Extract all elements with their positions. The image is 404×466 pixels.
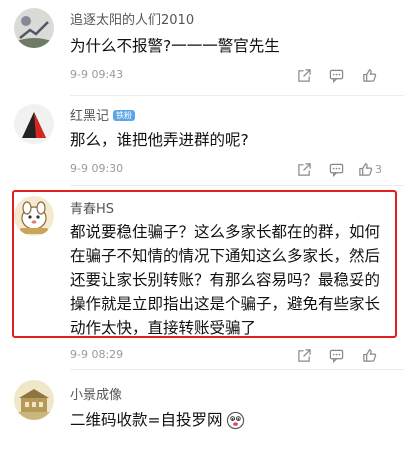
- comment-time: 9-9 09:43: [70, 68, 124, 81]
- share-button[interactable]: [288, 66, 320, 84]
- comment-text: 那么，谁把他弄进群的呢?: [70, 131, 249, 149]
- like-icon: [359, 162, 373, 176]
- comment-icon: [329, 69, 343, 83]
- comment-text: 为什么不报警?一一一警官先生: [70, 37, 280, 55]
- comment-item: 追逐太阳的人们2010 为什么不报警?一一一警官先生 9-9 09:43: [0, 0, 404, 96]
- reply-button[interactable]: [320, 160, 352, 178]
- comment-meta: 9-9 09:43: [70, 66, 394, 84]
- divider: [70, 185, 404, 186]
- share-icon: [297, 162, 311, 176]
- like-count: 3: [375, 162, 382, 176]
- avatar[interactable]: [14, 104, 54, 144]
- like-icon: [362, 68, 376, 82]
- comment-icon: [329, 349, 343, 363]
- share-icon: [297, 348, 311, 362]
- comment-username[interactable]: 红黑记 铁粉: [70, 105, 136, 124]
- share-icon: [297, 68, 311, 82]
- like-icon: [362, 348, 376, 362]
- fan-badge: 铁粉: [113, 110, 136, 121]
- comment-text: 二维码收款=自投罗网: [70, 408, 394, 432]
- reply-button[interactable]: [320, 346, 352, 364]
- like-button[interactable]: [352, 66, 388, 84]
- share-button[interactable]: [288, 346, 320, 364]
- reply-button[interactable]: [320, 66, 352, 84]
- avatar[interactable]: [14, 8, 54, 48]
- avatar[interactable]: [14, 380, 54, 420]
- comment-time: 9-9 09:30: [70, 162, 124, 175]
- emoji-icon: [226, 411, 244, 429]
- share-button[interactable]: [288, 160, 320, 178]
- comment-item: 小景成像 二维码收款=自投罗网: [0, 370, 404, 466]
- comment-item: 青春HS 都说要稳住骗子？这么多家长都在的群，如何 在骗子不知情的情况下通知这么…: [0, 190, 404, 370]
- comment-item: 红黑记 铁粉 那么，谁把他弄进群的呢? 9-9 09:30 3: [0, 96, 404, 186]
- like-button[interactable]: 3: [352, 160, 388, 178]
- comment-time: 9-9 08:29: [70, 348, 124, 361]
- comment-username[interactable]: 小景成像: [70, 384, 122, 403]
- comment-meta: 9-9 08:29: [70, 346, 394, 364]
- comment-icon: [329, 163, 343, 177]
- comment-username[interactable]: 追逐太阳的人们2010: [70, 9, 194, 28]
- comment-text: 都说要稳住骗子？这么多家长都在的群，如何 在骗子不知情的情况下通知这么多家长，然…: [70, 223, 381, 337]
- like-button[interactable]: [352, 346, 388, 364]
- avatar[interactable]: [14, 196, 54, 236]
- comment-username[interactable]: 青春HS: [70, 198, 114, 217]
- comment-meta: 9-9 09:30 3: [70, 160, 394, 178]
